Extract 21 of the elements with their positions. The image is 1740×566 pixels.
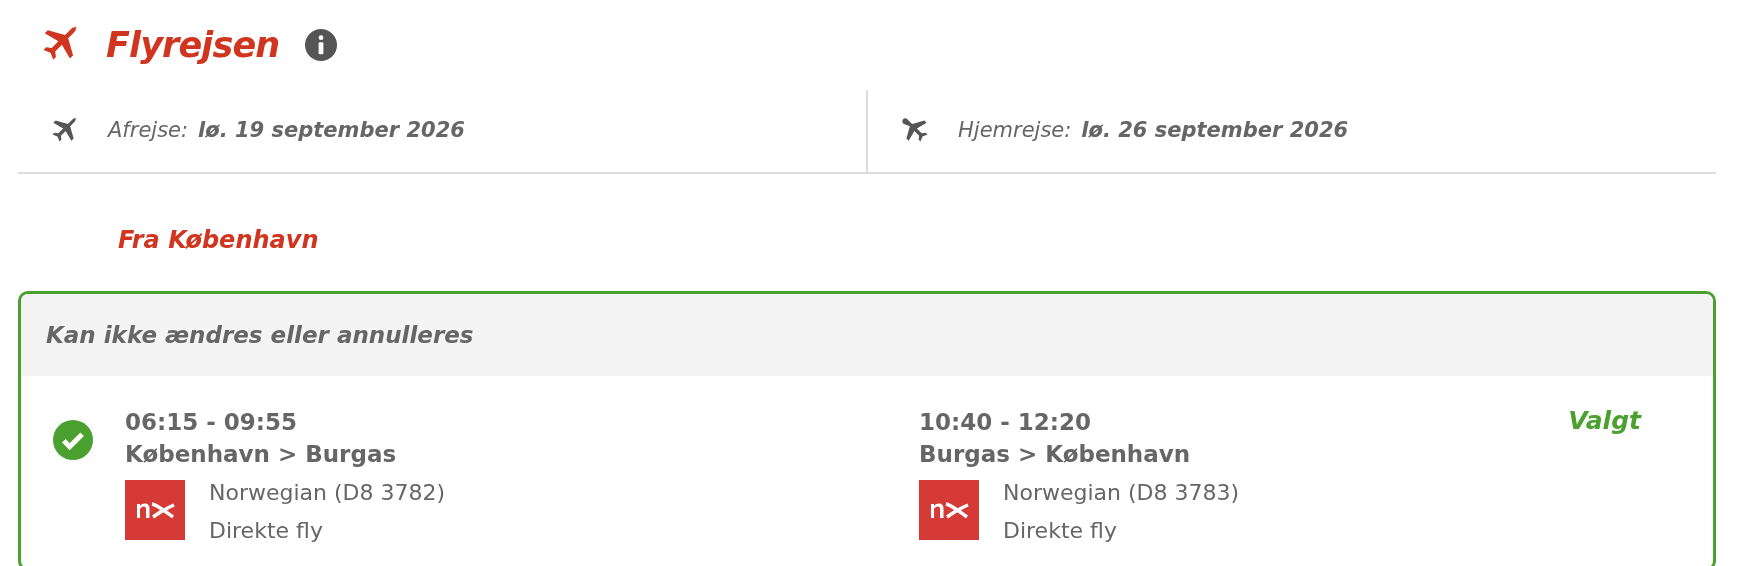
date-label: Afrejse: xyxy=(108,117,189,145)
status-label: Valgt xyxy=(1568,405,1641,437)
date-value: lø. 19 september 2026 xyxy=(198,117,465,145)
airline-flight: Norwegian (D8 3783) xyxy=(1003,479,1240,507)
airline-logo xyxy=(919,480,979,540)
flight-type: Direkte fly xyxy=(1003,517,1117,545)
info-icon[interactable] xyxy=(305,29,338,61)
flight-option-card[interactable]: Kan ikke ændres eller annulleres 06:15 - 09:55 København > Burgas Norwegian (D8 3782) Direkte fly 10:40 - 12:20 Burgas > København Norwegian (D8 3783) Direkte fly Valgt xyxy=(18,291,1716,566)
flight-type: Direkte fly xyxy=(209,517,323,545)
flight-route: København > Burgas xyxy=(125,440,397,469)
origin-heading: Fra København xyxy=(118,225,320,256)
airline-logo xyxy=(125,480,185,540)
date-label: Hjemrejse: xyxy=(958,117,1072,145)
flight-times: 10:40 - 12:20 xyxy=(919,408,1091,437)
option-header: Kan ikke ændres eller annulleres xyxy=(21,294,1713,376)
check-icon xyxy=(53,420,93,460)
airline-flight: Norwegian (D8 3782) xyxy=(209,479,446,507)
flight-times: 06:15 - 09:55 xyxy=(125,408,297,437)
date-value: lø. 26 september 2026 xyxy=(1081,117,1349,145)
flight-route: Burgas > København xyxy=(919,440,1191,469)
section-title: Flyrejsen xyxy=(106,23,280,67)
